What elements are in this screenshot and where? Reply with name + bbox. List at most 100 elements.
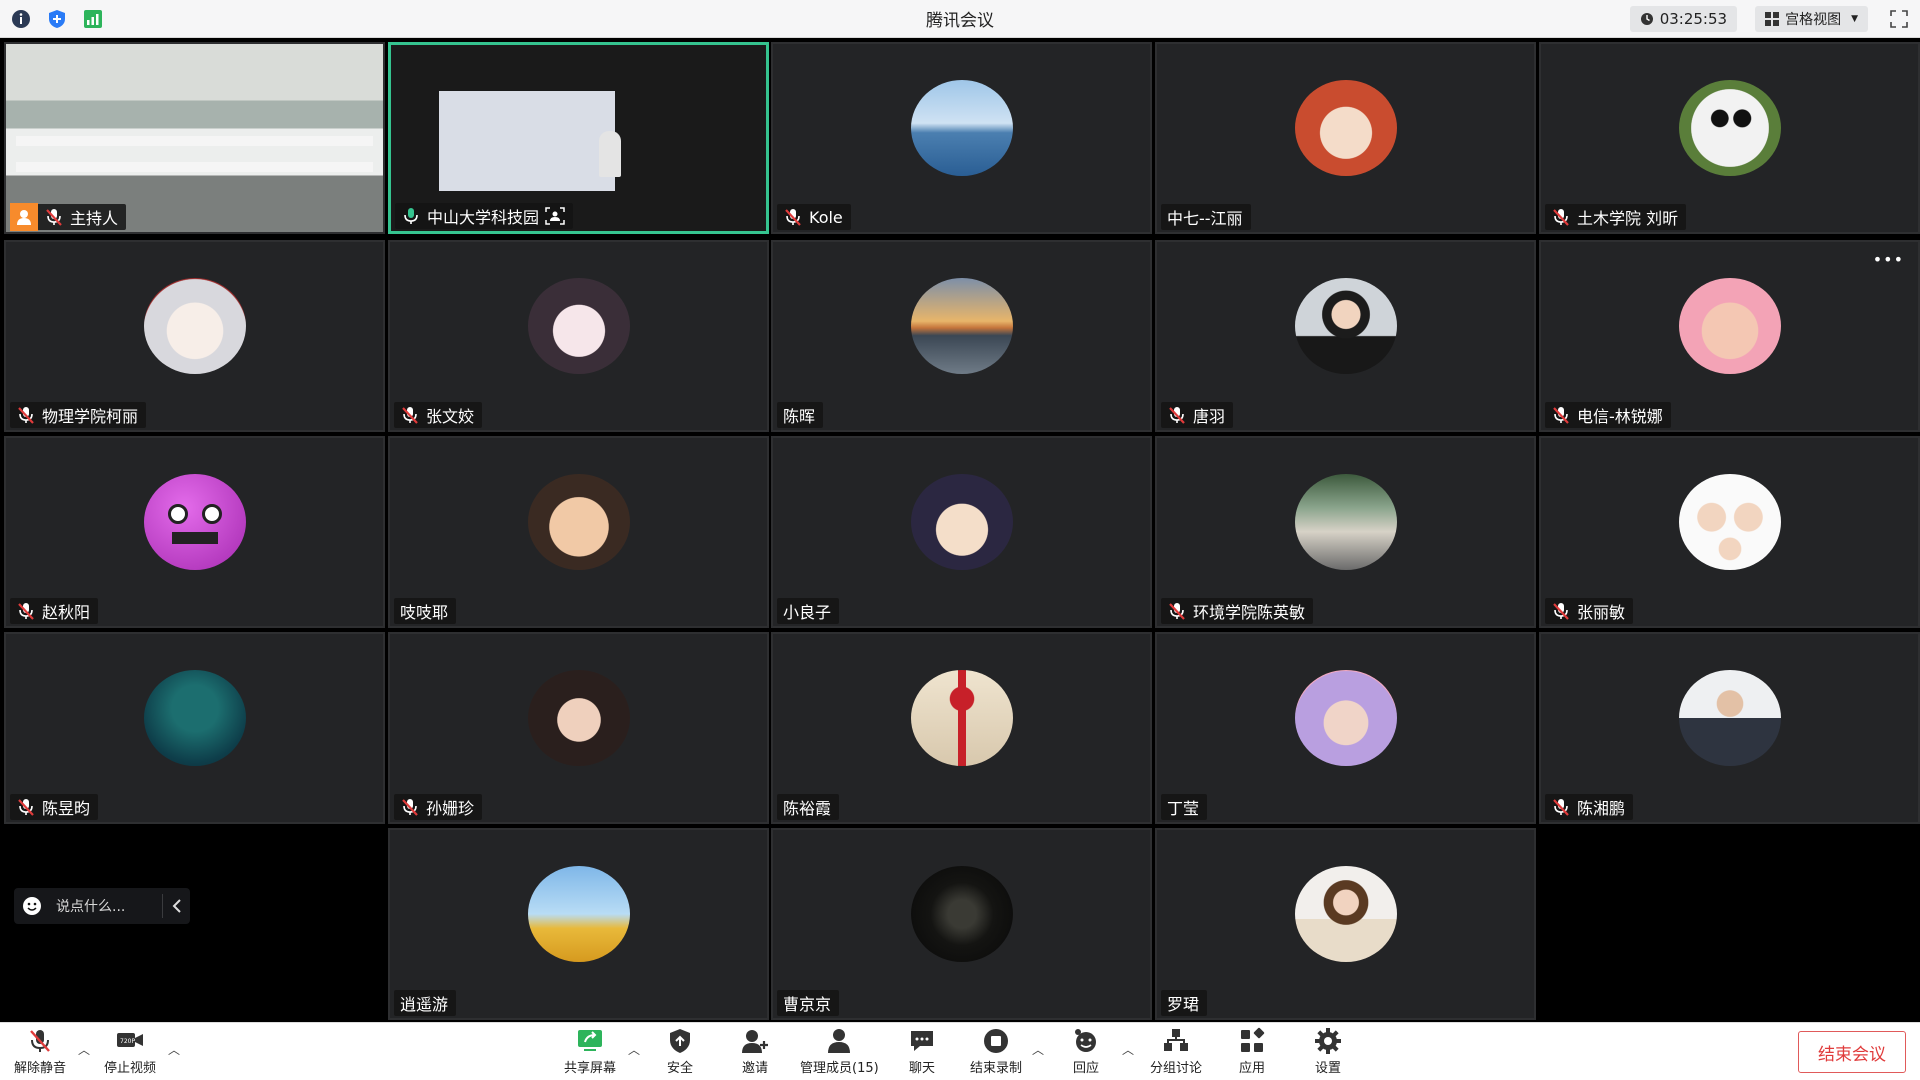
chat-icon: [911, 1031, 933, 1051]
clock-icon: [1640, 13, 1653, 25]
mic-muted-icon: [1169, 407, 1185, 424]
mic-muted-icon: [402, 407, 418, 424]
chevron-up-icon[interactable]: ︿: [1122, 1041, 1134, 1058]
participant-label: 电信-林锐娜: [1545, 402, 1671, 428]
participant-label: 陈裕霞: [777, 794, 840, 820]
chat-placeholder[interactable]: 说点什么...: [50, 896, 162, 916]
avatar: [1678, 474, 1781, 570]
chevron-up-icon[interactable]: ︿: [1032, 1041, 1044, 1058]
avatar: [1294, 474, 1397, 570]
avatar: [527, 866, 630, 962]
mic-active-icon: [404, 208, 418, 224]
share-screen-label: 共享屏幕: [564, 1061, 617, 1076]
participant-tile[interactable]: 罗珺: [1155, 828, 1536, 1020]
end-meeting-button[interactable]: 结束会议: [1798, 1031, 1906, 1073]
security-button[interactable]: 安全: [666, 1027, 694, 1076]
meeting-toolbar: 解除静音 ︿ 720P 停止视频 ︿ 共享屏幕 ︿ 安全 邀请 管理成员(15)…: [0, 1022, 1920, 1080]
participant-tile[interactable]: 物理学院柯丽: [4, 240, 385, 432]
participant-tile[interactable]: 逍遥游: [388, 828, 769, 1020]
avatar: [1294, 670, 1397, 766]
chevron-up-icon[interactable]: ︿: [628, 1041, 640, 1058]
breakout-icon: [1164, 1029, 1188, 1051]
avatar: [1678, 670, 1781, 766]
participant-tile[interactable]: 中山大学科技园: [388, 42, 769, 234]
shield-icon[interactable]: [46, 8, 68, 30]
participant-tile[interactable]: 张丽敏: [1539, 436, 1920, 628]
share-screen-icon: [578, 1030, 602, 1051]
participant-label: 陈晖: [777, 402, 824, 428]
participant-name: 物理学院柯丽: [42, 407, 139, 426]
avatar: [910, 80, 1013, 176]
avatar: [527, 670, 630, 766]
participant-tile[interactable]: 陈裕霞: [771, 632, 1152, 824]
participant-tile[interactable]: 吱吱耶: [388, 436, 769, 628]
more-options-icon[interactable]: •••: [1873, 250, 1904, 269]
participant-tile[interactable]: 曹京京: [771, 828, 1152, 1020]
settings-button[interactable]: 设置: [1314, 1027, 1342, 1076]
participant-label: 物理学院柯丽: [10, 402, 147, 428]
participant-tile[interactable]: 唐羽: [1155, 240, 1536, 432]
participant-label: 孙姗珍: [394, 794, 483, 820]
chevron-up-icon[interactable]: ︿: [168, 1041, 180, 1058]
participant-label: 环境学院陈英敏: [1161, 598, 1314, 624]
participant-tile[interactable]: 中七--江丽: [1155, 42, 1536, 234]
participant-name: 张文姣: [426, 407, 475, 426]
participant-tile[interactable]: 电信-林锐娜 •••: [1539, 240, 1920, 432]
settings-label: 设置: [1314, 1061, 1341, 1076]
participant-name: 罗珺: [1167, 995, 1200, 1014]
mic-muted-icon: [1553, 799, 1569, 816]
participant-label: 张丽敏: [1545, 598, 1634, 624]
share-screen-button[interactable]: 共享屏幕: [564, 1027, 616, 1076]
participant-name: 土木学院 刘昕: [1577, 209, 1679, 228]
avatar: [1294, 80, 1397, 176]
mic-muted-icon: [1553, 407, 1569, 424]
invite-label: 邀请: [741, 1061, 768, 1076]
apps-icon: [1241, 1027, 1265, 1052]
participant-label: 逍遥游: [394, 990, 457, 1016]
chat-button[interactable]: 聊天: [908, 1027, 936, 1076]
chevron-left-icon[interactable]: [162, 894, 190, 918]
participant-tile[interactable]: 陈昱昀: [4, 632, 385, 824]
chat-input-bar[interactable]: 说点什么...: [14, 888, 190, 924]
emoji-icon[interactable]: [14, 896, 50, 916]
participant-tile[interactable]: 赵秋阳: [4, 436, 385, 628]
participant-name: 逍遥游: [400, 995, 449, 1014]
participant-label: 吱吱耶: [394, 598, 457, 624]
reaction-button[interactable]: 回应: [1072, 1027, 1100, 1076]
unmute-button[interactable]: 解除静音: [14, 1027, 66, 1076]
chevron-up-icon[interactable]: ︿: [78, 1041, 90, 1058]
participant-tile[interactable]: 陈晖: [771, 240, 1152, 432]
stop-video-button[interactable]: 720P 停止视频: [104, 1027, 156, 1076]
participant-tile[interactable]: 丁莹: [1155, 632, 1536, 824]
participant-tile[interactable]: Kole: [771, 42, 1152, 234]
info-icon[interactable]: [10, 8, 32, 30]
camera-icon: 720P: [117, 1033, 143, 1047]
manage-members-button[interactable]: 管理成员(15): [800, 1027, 879, 1076]
participant-name: 陈湘鹏: [1577, 799, 1626, 818]
timer-text: 03:25:53: [1659, 10, 1728, 28]
participant-label: 主持人: [10, 203, 127, 231]
participant-label: 丁莹: [1161, 794, 1208, 820]
participant-label: 曹京京: [777, 990, 840, 1016]
view-mode-button[interactable]: 宫格视图 ▼: [1755, 6, 1868, 32]
apps-button[interactable]: 应用: [1238, 1027, 1266, 1076]
chevron-down-icon: ▼: [1851, 14, 1858, 24]
participant-tile[interactable]: 陈湘鹏: [1539, 632, 1920, 824]
participant-tile[interactable]: 环境学院陈英敏: [1155, 436, 1536, 628]
fullscreen-icon[interactable]: [1886, 6, 1912, 32]
participant-label: 小良子: [777, 598, 840, 624]
participant-tile[interactable]: 张文姣: [388, 240, 769, 432]
participant-name: 环境学院陈英敏: [1193, 603, 1306, 622]
mic-muted-icon: [18, 603, 34, 620]
participant-tile[interactable]: 主持人: [4, 42, 385, 234]
invite-button[interactable]: 邀请: [740, 1027, 770, 1076]
avatar: [910, 866, 1013, 962]
end-recording-button[interactable]: 结束录制: [970, 1027, 1022, 1076]
signal-icon[interactable]: [82, 8, 104, 30]
participant-label: 中山大学科技园: [395, 203, 574, 229]
stop-video-label: 停止视频: [104, 1061, 157, 1076]
participant-tile[interactable]: 孙姗珍: [388, 632, 769, 824]
participant-tile[interactable]: 小良子: [771, 436, 1152, 628]
participant-tile[interactable]: 土木学院 刘昕: [1539, 42, 1920, 234]
breakout-button[interactable]: 分组讨论: [1150, 1027, 1202, 1076]
